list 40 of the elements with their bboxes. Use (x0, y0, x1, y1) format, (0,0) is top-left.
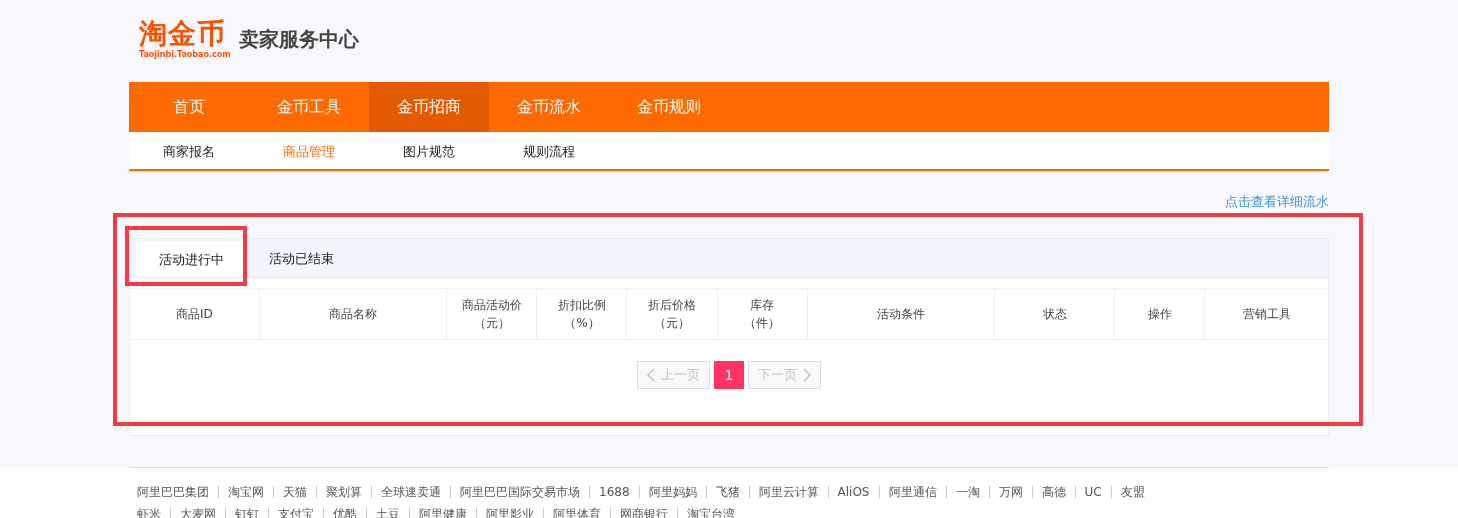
footer-link[interactable]: 一淘 (955, 483, 980, 501)
chevron-left-icon (647, 368, 655, 382)
footer-link[interactable]: 阿里妈妈 (648, 483, 697, 501)
footer-link[interactable]: 阿里通信 (888, 483, 937, 501)
footer-link[interactable]: 1688 (599, 485, 630, 499)
footer-link[interactable]: 聚划算 (326, 483, 362, 501)
subnav-item[interactable]: 规则流程 (489, 132, 609, 169)
logo-mark: 淘金币 (139, 18, 227, 50)
nav-item[interactable]: 金币招商 (369, 82, 489, 132)
column-header: 操作 (1114, 289, 1206, 339)
site-title: 卖家服务中心 (238, 26, 359, 53)
footer-link[interactable]: 高德 (1041, 483, 1066, 501)
footer-link[interactable]: 全球速卖通 (381, 483, 441, 501)
footer-link[interactable]: 阿里巴巴集团 (137, 483, 209, 501)
column-header: 折扣比例 （%） (537, 289, 628, 339)
footer-link[interactable]: 天猫 (283, 483, 307, 501)
column-header: 商品活动价 （元） (447, 289, 538, 339)
footer-link[interactable]: UC (1084, 485, 1102, 499)
subnav-item[interactable]: 商家报名 (129, 132, 249, 169)
column-header: 活动条件 (807, 289, 996, 339)
footer-link[interactable]: 万网 (998, 483, 1023, 501)
column-header: 状态 (995, 289, 1115, 339)
column-header: 营销工具 (1241, 306, 1292, 323)
footer-link[interactable]: 土豆 (376, 505, 400, 518)
column-header: 商品名称 (259, 289, 448, 339)
logo-domain: Taojinbi.Taobao.com (139, 50, 231, 60)
footer-link[interactable]: 友盟 (1120, 483, 1145, 501)
chevron-right-icon (803, 368, 811, 382)
tab[interactable]: 活动进行中 (136, 242, 246, 277)
footer-link[interactable]: AliOS (837, 485, 870, 499)
footer-link[interactable]: 阿里云计算 (758, 483, 819, 501)
footer-link[interactable]: 飞猪 (715, 483, 740, 501)
footer-link[interactable]: 淘宝网 (228, 483, 264, 501)
column-header: 商品ID (130, 289, 260, 339)
subnav-item[interactable]: 图片规范 (369, 132, 489, 169)
tab[interactable]: 活动已结束 (246, 239, 356, 277)
column-header: 库存 （件） (717, 289, 808, 339)
column-header: 折后价格 （元） (627, 289, 718, 339)
footer-link[interactable]: 阿里巴巴国际交易市场 (460, 483, 580, 501)
page-button[interactable]: 1 (714, 361, 744, 389)
